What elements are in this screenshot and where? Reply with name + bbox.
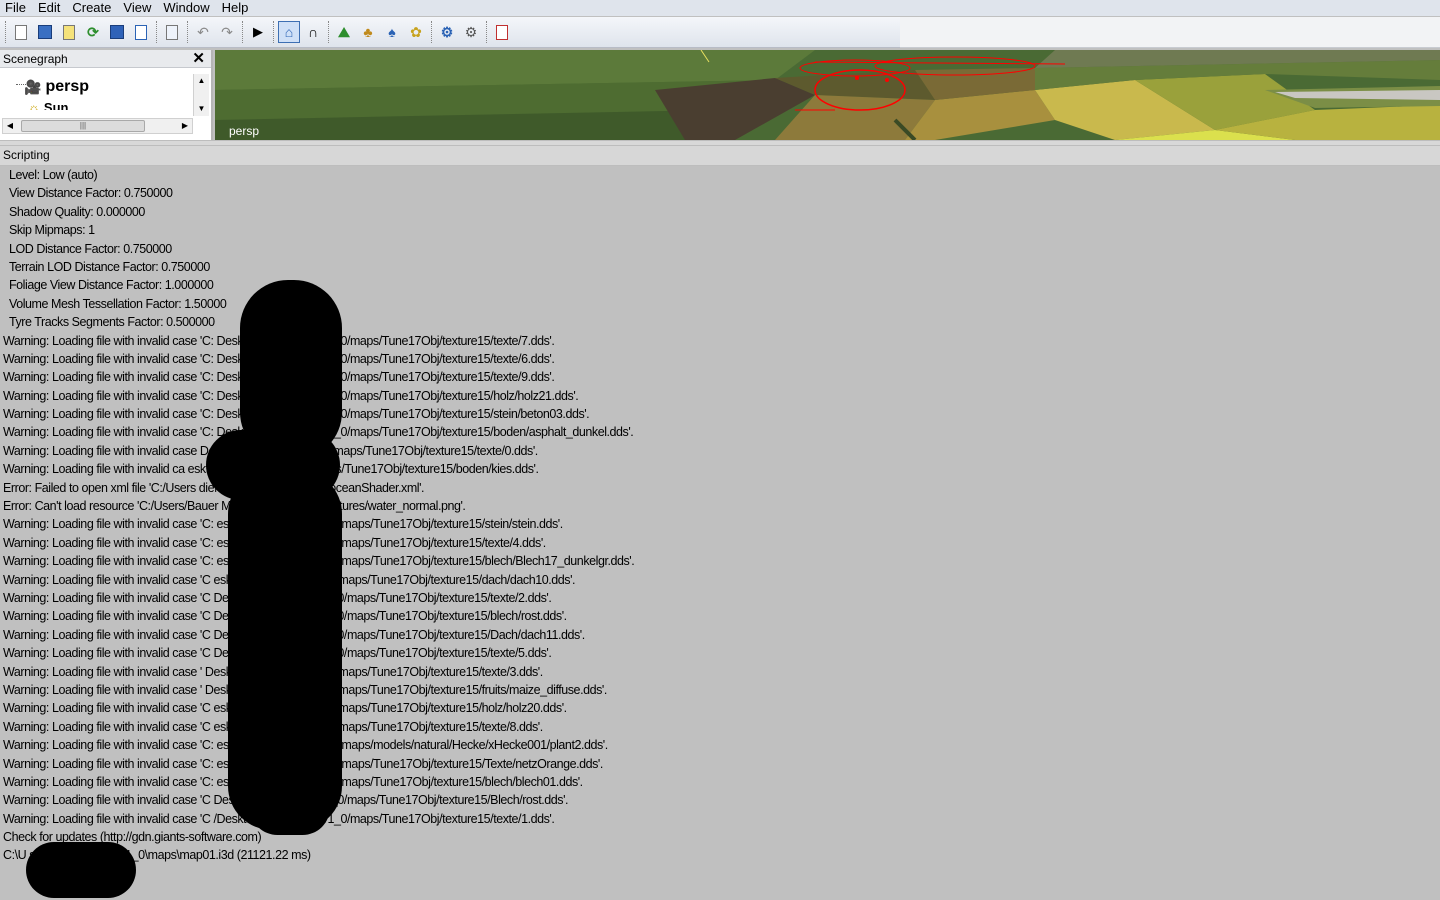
refresh-icon[interactable]: ⟳ (82, 21, 104, 43)
tree-item-persp[interactable]: 🎥 persp (24, 78, 89, 96)
log-line: Terrain LOD Distance Factor: 0.750000 (9, 259, 210, 274)
log-line: Warning: Loading file with invalid case … (3, 388, 579, 403)
save-icon[interactable] (106, 21, 128, 43)
tree-item-label: Sun (43, 100, 69, 110)
toolbar-separator (328, 21, 329, 43)
log-line: Error: Can't load resource 'C:/Users/Bau… (3, 499, 466, 514)
menu-edit[interactable]: Edit (32, 1, 66, 15)
log-line: Tyre Tracks Segments Factor: 0.500000 (9, 315, 215, 330)
log-line: Warning: Loading file with invalid case … (3, 646, 552, 661)
scenegraph-panel: Scenegraph ✕ 🎥 persp ☼ Sun ▲ ▼ ◀ ||| ▶ (0, 50, 213, 140)
log-line: Warning: Loading file with invalid case … (3, 517, 563, 532)
scenegraph-title: Scenegraph (3, 51, 68, 66)
log-line: Warning: Loading file with invalid case … (3, 811, 555, 826)
home-icon[interactable]: ⌂ (278, 21, 300, 43)
scripting-panel: Scripting Level: Low (auto) View Distance… (0, 146, 1440, 900)
menu-view[interactable]: View (117, 1, 157, 15)
toolbar-separator (242, 21, 243, 43)
log-line: Warning: Loading file with invalid case … (3, 407, 590, 422)
tools-icon[interactable]: ⚙ (460, 21, 482, 43)
log-line: Warning: Loading file with invalid case … (3, 333, 555, 348)
redo-icon[interactable]: ↷ (216, 21, 238, 43)
menu-bar: File Edit Create View Window Help (0, 0, 1440, 16)
scenegraph-vertical-scrollbar[interactable]: ▲ ▼ (193, 74, 209, 116)
log-line: Warning: Loading file with invalid case … (3, 793, 569, 808)
foliage-icon[interactable]: ♣ (357, 21, 379, 43)
scripting-log[interactable]: Level: Low (auto) View Distance Factor: 0… (3, 166, 1433, 865)
log-line: Warning: Loading file with invalid case … (3, 535, 546, 550)
export-icon[interactable] (130, 21, 152, 43)
log-line: Skip Mipmaps: 1 (9, 223, 95, 238)
toolbar-empty-area (900, 17, 1440, 48)
log-line: Warning: Loading file with invalid case … (3, 774, 583, 789)
play-icon[interactable]: ▶ (247, 21, 269, 43)
log-line: Warning: Loading file with invalid case … (3, 756, 603, 771)
redaction-mark (250, 780, 330, 835)
3d-viewport[interactable]: persp (215, 50, 1440, 140)
log-line: Warning: Loading file with invalid case … (3, 701, 567, 716)
log-line: Level: Low (auto) (9, 168, 98, 182)
log-line: Warning: Loading file with invalid case … (3, 554, 635, 569)
log-line: Warning: Loading file with invalid case … (3, 664, 543, 679)
tree-item-sun[interactable]: ☼ Sun (28, 100, 68, 110)
menu-file[interactable]: File (0, 1, 32, 15)
redaction-mark (26, 842, 136, 898)
scroll-thumb[interactable]: ||| (21, 120, 145, 132)
scroll-down-icon[interactable]: ▼ (194, 102, 209, 116)
log-line: Volume Mesh Tessellation Factor: 1.50000 (9, 296, 227, 311)
tree-item-label: persp (45, 78, 90, 95)
log-line: Foliage View Distance Factor: 1.000000 (9, 278, 214, 293)
open-icon[interactable] (34, 21, 56, 43)
redaction-mark (228, 470, 342, 830)
log-line: Warning: Loading file with invalid case … (3, 351, 555, 366)
toolbar-separator (5, 21, 6, 43)
toolbar-separator (273, 21, 274, 43)
log-line: View Distance Factor: 0.750000 (9, 186, 173, 201)
log-line: LOD Distance Factor: 0.750000 (9, 241, 172, 256)
plant-icon[interactable]: ✿ (405, 21, 427, 43)
terrain-icon[interactable]: ⛰ (333, 21, 355, 43)
toolbar-separator (486, 21, 487, 43)
scenegraph-horizontal-scrollbar[interactable]: ◀ ||| ▶ (2, 118, 193, 134)
scenegraph-title-bar: Scenegraph ✕ (0, 50, 211, 68)
exit-icon[interactable] (491, 21, 513, 43)
toolbar: ⟳ ↶ ↷ ▶ ⌂ ∩ ⛰ ♣ ♠ ✿ ⚙ ⚙ (0, 17, 900, 48)
menu-help[interactable]: Help (216, 1, 255, 15)
toolbar-separator (156, 21, 157, 43)
log-line: Warning: Loading file with invalid case … (3, 572, 576, 587)
viewport-camera-label: persp (229, 124, 260, 138)
close-icon[interactable]: ✕ (192, 51, 205, 66)
log-line: Shadow Quality: 0.000000 (9, 204, 145, 219)
log-line: C:\U sktop\Oltenheim_v1_0\maps\map01.i3d… (3, 848, 311, 863)
log-line: Warning: Loading file with invalid case … (3, 682, 607, 697)
toolbar-separator (431, 21, 432, 43)
menu-create[interactable]: Create (66, 1, 117, 15)
undo-icon[interactable]: ↶ (192, 21, 214, 43)
log-line: Warning: Loading file with invalid case … (3, 738, 608, 753)
scroll-right-icon[interactable]: ▶ (178, 119, 192, 133)
scripting-title: Scripting (0, 146, 1440, 166)
log-line: Warning: Loading file with invalid case … (3, 627, 585, 642)
log-line: Warning: Loading file with invalid case … (3, 370, 555, 385)
menu-window[interactable]: Window (157, 1, 215, 15)
log-line: Warning: Loading file with invalid case … (3, 719, 543, 734)
settings-icon[interactable]: ⚙ (436, 21, 458, 43)
paint-icon[interactable]: ♠ (381, 21, 403, 43)
terrain-render (215, 50, 1440, 140)
light-icon: ☼ (28, 100, 40, 110)
log-line: Warning: Loading file with invalid case … (3, 590, 552, 605)
magnet-icon[interactable]: ∩ (302, 21, 324, 43)
edit-icon[interactable] (58, 21, 80, 43)
help-icon[interactable] (161, 21, 183, 43)
scroll-left-icon[interactable]: ◀ (3, 119, 17, 133)
scroll-up-icon[interactable]: ▲ (194, 74, 209, 88)
log-line: Warning: Loading file with invalid case … (3, 609, 567, 624)
toolbar-separator (187, 21, 188, 43)
log-line: Check for updates (http://gdn.giants-sof… (3, 830, 262, 845)
new-file-icon[interactable] (10, 21, 32, 43)
camera-icon: 🎥 (24, 78, 42, 95)
